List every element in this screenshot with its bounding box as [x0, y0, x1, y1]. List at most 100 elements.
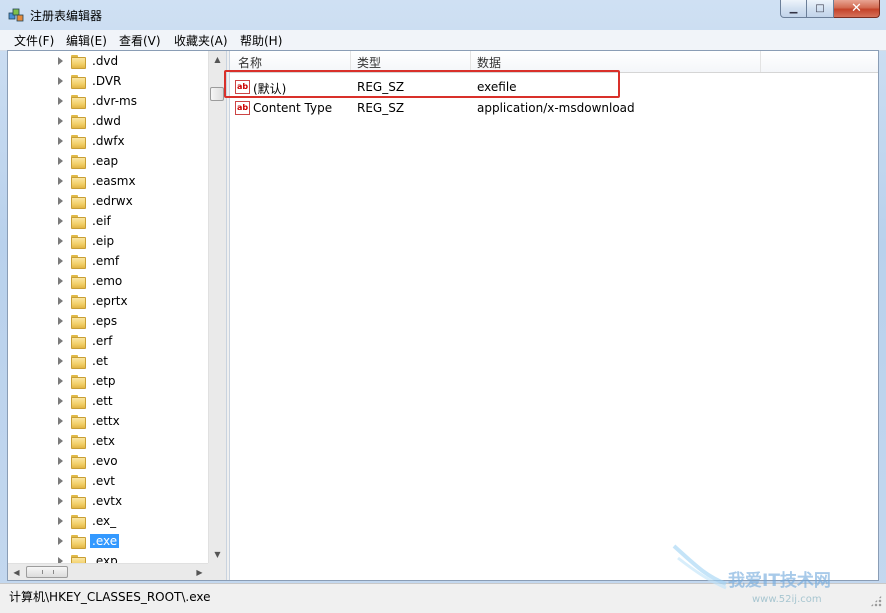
expand-arrow-icon[interactable]: [58, 497, 63, 505]
tree-item[interactable]: .dwd: [8, 112, 208, 132]
value-type: REG_SZ: [357, 101, 405, 115]
folder-icon: [71, 335, 86, 349]
tree-item[interactable]: .dvr-ms: [8, 92, 208, 112]
expand-arrow-icon[interactable]: [58, 197, 63, 205]
close-button[interactable]: ✕: [834, 0, 880, 18]
maximize-button[interactable]: □: [807, 0, 834, 18]
column-divider[interactable]: [470, 51, 471, 72]
expand-arrow-icon[interactable]: [58, 417, 63, 425]
scroll-corner: [208, 563, 226, 580]
expand-arrow-icon[interactable]: [58, 257, 63, 265]
tree-item[interactable]: .eprtx: [8, 292, 208, 312]
expand-arrow-icon[interactable]: [58, 117, 63, 125]
tree-item[interactable]: .emo: [8, 272, 208, 292]
string-value-icon: ab: [235, 101, 250, 115]
tree-item[interactable]: .evo: [8, 452, 208, 472]
expand-arrow-icon[interactable]: [58, 237, 63, 245]
tree-item[interactable]: .DVR: [8, 72, 208, 92]
tree-vertical-scrollbar[interactable]: ▲ ▼: [208, 51, 226, 563]
folder-icon: [71, 355, 86, 369]
tree-item[interactable]: .evt: [8, 472, 208, 492]
tree-item[interactable]: .dwfx: [8, 132, 208, 152]
menu-help[interactable]: 帮助(H): [240, 32, 282, 49]
folder-icon: [71, 235, 86, 249]
expand-arrow-icon[interactable]: [58, 517, 63, 525]
expand-arrow-icon[interactable]: [58, 357, 63, 365]
expand-arrow-icon[interactable]: [58, 337, 63, 345]
tree-item[interactable]: .exe: [8, 532, 208, 552]
resize-grip-icon[interactable]: [870, 595, 882, 607]
tree-item[interactable]: .exp: [8, 552, 208, 563]
tree-item[interactable]: .eps: [8, 312, 208, 332]
value-row[interactable]: ab Content Type REG_SZ application/x-msd…: [230, 98, 878, 118]
scroll-left-arrow-icon[interactable]: ◀: [8, 564, 25, 580]
menu-edit[interactable]: 编辑(E): [66, 32, 107, 49]
scroll-thumb[interactable]: [26, 566, 68, 578]
folder-icon: [71, 295, 86, 309]
tree-item-label: .exp: [92, 554, 118, 563]
minimize-button[interactable]: ▁: [780, 0, 807, 18]
scroll-right-arrow-icon[interactable]: ▶: [191, 564, 208, 580]
expand-arrow-icon[interactable]: [58, 437, 63, 445]
expand-arrow-icon[interactable]: [58, 277, 63, 285]
column-header-data[interactable]: 数据: [477, 54, 501, 71]
tree-item-label: .evt: [92, 474, 116, 488]
tree-item-label: .easmx: [92, 174, 136, 188]
expand-arrow-icon[interactable]: [58, 397, 63, 405]
tree-item[interactable]: .et: [8, 352, 208, 372]
tree-item[interactable]: .eap: [8, 152, 208, 172]
tree-item-label: .et: [92, 354, 108, 368]
tree-item[interactable]: .ettx: [8, 412, 208, 432]
tree-item[interactable]: .ex_: [8, 512, 208, 532]
menu-favorites[interactable]: 收藏夹(A): [174, 32, 228, 49]
menu-view[interactable]: 查看(V): [119, 32, 161, 49]
tree-item[interactable]: .eip: [8, 232, 208, 252]
tree-item[interactable]: .dvd: [8, 52, 208, 72]
tree-item[interactable]: .easmx: [8, 172, 208, 192]
tree-item[interactable]: .evtx: [8, 492, 208, 512]
expand-arrow-icon[interactable]: [58, 137, 63, 145]
tree-item[interactable]: .erf: [8, 332, 208, 352]
tree-item[interactable]: .etp: [8, 372, 208, 392]
tree-item-label: .eps: [92, 314, 118, 328]
tree-item[interactable]: .edrwx: [8, 192, 208, 212]
value-name: Content Type: [253, 101, 333, 115]
column-divider[interactable]: [350, 51, 351, 72]
folder-icon: [71, 455, 86, 469]
folder-icon: [71, 415, 86, 429]
expand-arrow-icon[interactable]: [58, 77, 63, 85]
expand-arrow-icon[interactable]: [58, 157, 63, 165]
folder-icon: [71, 175, 86, 189]
menu-file[interactable]: 文件(F): [14, 32, 54, 49]
expand-arrow-icon[interactable]: [58, 477, 63, 485]
column-header-type[interactable]: 类型: [357, 54, 381, 71]
tree-item[interactable]: .eif: [8, 212, 208, 232]
scroll-thumb[interactable]: [210, 87, 224, 101]
tree-item[interactable]: .etx: [8, 432, 208, 452]
expand-arrow-icon[interactable]: [58, 57, 63, 65]
tree-item[interactable]: .emf: [8, 252, 208, 272]
tree-item-label: .dvr-ms: [92, 94, 137, 108]
expand-arrow-icon[interactable]: [58, 377, 63, 385]
column-divider[interactable]: [760, 51, 761, 72]
tree-item-label: .dvd: [92, 54, 119, 68]
tree-horizontal-scrollbar[interactable]: ◀ ▶: [8, 563, 208, 580]
column-header-name[interactable]: 名称: [238, 54, 262, 71]
expand-arrow-icon[interactable]: [58, 177, 63, 185]
expand-arrow-icon[interactable]: [58, 457, 63, 465]
expand-arrow-icon[interactable]: [58, 97, 63, 105]
expand-arrow-icon[interactable]: [58, 217, 63, 225]
expand-arrow-icon[interactable]: [58, 537, 63, 545]
tree-item[interactable]: .ett: [8, 392, 208, 412]
scroll-down-arrow-icon[interactable]: ▼: [209, 546, 226, 563]
status-path: 计算机\HKEY_CLASSES_ROOT\.exe: [9, 590, 211, 604]
expand-arrow-icon[interactable]: [58, 297, 63, 305]
expand-arrow-icon[interactable]: [58, 317, 63, 325]
scroll-up-arrow-icon[interactable]: ▲: [209, 51, 226, 68]
tree-item-label: .eip: [92, 234, 115, 248]
folder-icon: [71, 435, 86, 449]
folder-icon: [71, 255, 86, 269]
folder-icon: [71, 115, 86, 129]
menu-bar: 文件(F) 编辑(E) 查看(V) 收藏夹(A) 帮助(H): [0, 30, 886, 51]
annotation-highlight-box: [224, 70, 620, 98]
